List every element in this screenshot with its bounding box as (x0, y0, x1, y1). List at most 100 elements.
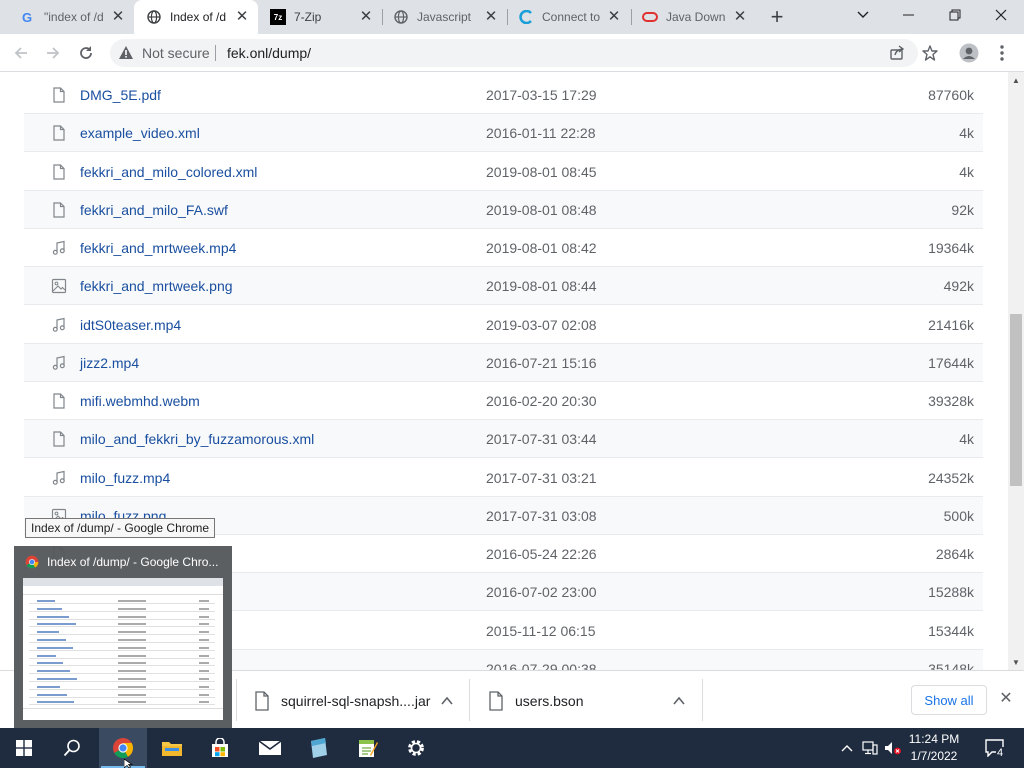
tab-close-icon[interactable]: ✕ (110, 9, 126, 25)
tab-7zip[interactable]: 7z 7-Zip ✕ (258, 0, 382, 34)
taskbar-mail[interactable] (246, 728, 294, 768)
not-secure-warning-icon[interactable] (118, 45, 134, 61)
start-button[interactable] (0, 728, 48, 768)
profile-avatar-icon[interactable] (956, 40, 982, 66)
file-size: 4k (959, 431, 974, 447)
scroll-up-arrow-icon[interactable]: ▲ (1012, 76, 1020, 85)
chevron-up-icon[interactable] (440, 694, 454, 708)
minimize-button[interactable] (886, 0, 932, 30)
address-bar[interactable]: Not secure fek.onl/dump/ (110, 39, 938, 67)
tab-label: "index of /d (44, 10, 104, 24)
taskbar-chrome[interactable] (99, 728, 147, 768)
preview-row-name (37, 701, 74, 703)
table-row[interactable]: fekkri_and_mrtweek.png 2019-08-01 08:44 49… (24, 267, 983, 305)
tab-close-icon[interactable]: ✕ (358, 9, 374, 25)
tab-javascript[interactable]: Javascript t ✕ (383, 0, 507, 34)
vertical-scrollbar[interactable]: ▲ ▼ (1008, 72, 1024, 670)
taskbar-notepad-plus[interactable] (343, 728, 391, 768)
file-link[interactable]: jizz2.mp4 (80, 355, 139, 371)
file-date: 2016-01-11 22:28 (486, 125, 596, 141)
taskbar-settings[interactable] (392, 728, 440, 768)
file-icon (51, 393, 67, 409)
network-icon[interactable] (861, 739, 879, 757)
scrollbar-thumb[interactable] (1010, 314, 1022, 486)
preview-row-size (199, 631, 209, 633)
tab-search-icon[interactable] (840, 0, 886, 30)
preview-row-name (37, 608, 62, 610)
tab-close-icon[interactable]: ✕ (483, 9, 499, 25)
file-link[interactable]: DMG_5E.pdf (80, 87, 161, 103)
globe-icon (146, 9, 162, 25)
music-note-icon (51, 470, 67, 486)
download-item[interactable]: users.bson (488, 679, 698, 723)
preview-row-name (37, 647, 73, 649)
url-text[interactable]: fek.onl/dump/ (227, 45, 311, 61)
close-window-button[interactable] (978, 0, 1024, 30)
security-label[interactable]: Not secure (142, 45, 210, 61)
taskbar-thumbnail-preview[interactable]: Index of /dump/ - Google Chro... (14, 546, 232, 728)
chevron-up-icon[interactable] (672, 694, 686, 708)
new-tab-button[interactable]: + (766, 6, 788, 28)
file-link[interactable]: idtS0teaser.mp4 (80, 317, 181, 333)
file-date: 2017-07-31 03:08 (486, 508, 597, 524)
table-row[interactable]: example_video.xml 2016-01-11 22:28 4k (24, 114, 983, 152)
taskbar-store[interactable] (196, 728, 244, 768)
tab-close-icon[interactable]: ✕ (234, 9, 250, 25)
reload-button[interactable] (73, 40, 99, 66)
close-icon[interactable]: ✕ (996, 689, 1016, 709)
chrome-icon (25, 555, 39, 569)
download-divider (236, 679, 237, 721)
preview-row-size (199, 639, 209, 641)
tab-index-of-dump[interactable]: Index of /d ✕ (134, 0, 258, 34)
menu-kebab-icon[interactable] (989, 40, 1015, 66)
volume-muted-icon[interactable] (884, 739, 902, 757)
table-row[interactable]: milo_fuzz.mp4 2017-07-31 03:21 24352k (24, 459, 983, 497)
file-link[interactable]: fekkri_and_mrtweek.mp4 (80, 240, 236, 256)
forward-button[interactable] (40, 40, 66, 66)
preview-title: Index of /dump/ - Google Chro... (47, 555, 219, 569)
file-link[interactable]: mifi.webmhd.webm (80, 393, 200, 409)
file-link[interactable]: fekkri_and_milo_FA.swf (80, 202, 228, 218)
preview-row-date (118, 600, 146, 602)
download-item[interactable]: squirrel-sql-snapsh....jar (254, 679, 464, 723)
scroll-down-arrow-icon[interactable]: ▼ (1012, 658, 1020, 667)
show-all-downloads-button[interactable]: Show all (911, 685, 987, 715)
file-size: 87760k (928, 87, 974, 103)
tab-close-icon[interactable]: ✕ (732, 9, 748, 25)
file-size: 19364k (928, 240, 974, 256)
table-row[interactable]: fekkri_and_milo_FA.swf 2019-08-01 08:48 92… (24, 191, 983, 229)
taskbar-file-explorer[interactable] (148, 728, 196, 768)
file-link[interactable]: milo_fuzz.mp4 (80, 470, 170, 486)
table-row[interactable]: fekkri_and_milo_colored.xml 2019-08-01 08… (24, 153, 983, 191)
table-row[interactable]: idtS0teaser.mp4 2019-03-07 02:08 21416k (24, 306, 983, 344)
restore-button[interactable] (932, 0, 978, 30)
bookmark-star-icon[interactable] (920, 43, 940, 63)
table-row[interactable]: milo_and_fekkri_by_fuzzamorous.xml 2017-0… (24, 420, 983, 458)
table-row[interactable]: jizz2.mp4 2016-07-21 15:16 17644k (24, 344, 983, 382)
share-icon[interactable] (887, 43, 907, 63)
table-row[interactable]: DMG_5E.pdf 2017-03-15 17:29 87760k (24, 76, 983, 114)
file-size: 92k (951, 202, 974, 218)
back-button[interactable] (8, 40, 34, 66)
file-icon (51, 164, 67, 180)
system-clock[interactable]: 11:24 PM 1/7/2022 (904, 731, 964, 765)
file-link[interactable]: milo_and_fekkri_by_fuzzamorous.xml (80, 431, 314, 447)
file-link[interactable]: fekkri_and_milo_colored.xml (80, 164, 257, 180)
file-link[interactable]: fekkri_and_mrtweek.png (80, 278, 233, 294)
file-link[interactable]: example_video.xml (80, 125, 200, 141)
table-row[interactable]: mifi.webmhd.webm 2016-02-20 20:30 39328k (24, 382, 983, 420)
preview-row (29, 619, 215, 620)
tab-google-search[interactable]: G "index of /d ✕ (0, 0, 136, 34)
preview-row (29, 650, 215, 651)
search-button[interactable] (48, 728, 96, 768)
windows-taskbar: 11:24 PM 1/7/2022 4 (0, 728, 1024, 768)
table-row[interactable]: fekkri_and_mrtweek.mp4 2019-08-01 08:42 19… (24, 229, 983, 267)
taskbar-notepad[interactable] (294, 728, 342, 768)
tab-connect-to[interactable]: Connect to ✕ (508, 0, 632, 34)
tray-overflow-chevron-icon[interactable] (838, 739, 856, 757)
tab-label: Connect to (542, 10, 601, 24)
file-date: 2016-07-21 15:16 (486, 355, 597, 371)
tab-close-icon[interactable]: ✕ (606, 9, 622, 25)
file-icon (51, 431, 67, 447)
tab-java-downloads[interactable]: Java Down ✕ (632, 0, 756, 34)
